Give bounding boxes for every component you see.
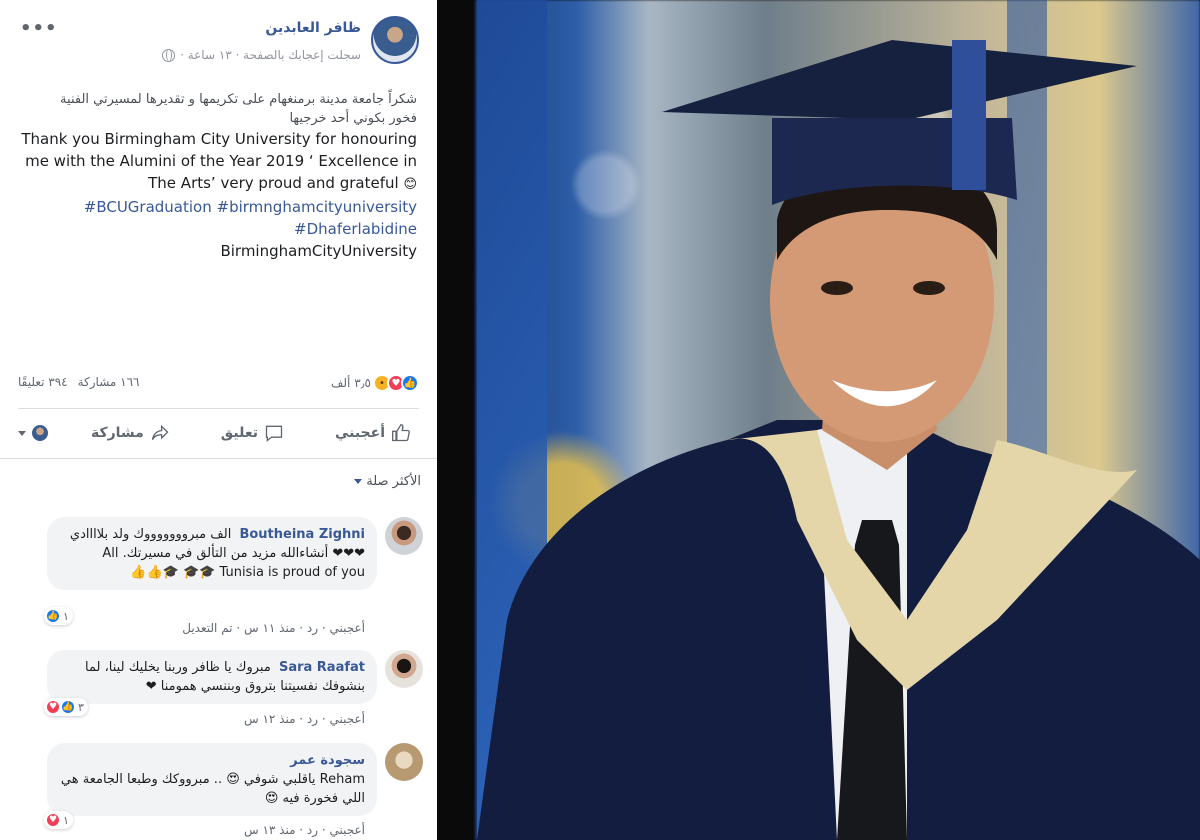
comment-reaction-count: ١ [63, 609, 69, 623]
post-meta-text[interactable]: سجلت إعجابك بالصفحة · ١٣ ساعة · [180, 48, 361, 62]
hashtag-link[interactable]: #birmnghamcityuniversity [217, 198, 417, 216]
globe-icon [162, 48, 176, 62]
post-text-english-body: Thank you Birmingham City University for… [21, 130, 417, 192]
love-icon: ♥ [45, 699, 61, 715]
comment-actions[interactable]: أعجبني · رد · منذ ١١ س · تم التعديل [182, 621, 365, 635]
reaction-icons: • ♥ 👍 [373, 374, 419, 392]
post-actions: أعجبني تعليق مشاركة [18, 415, 419, 451]
comment-reactions[interactable]: ♥ ١ [44, 811, 73, 829]
commenter-name[interactable]: Sara Raafat [279, 660, 365, 675]
smile-emoji-icon: 😊 [403, 177, 417, 192]
post-photo[interactable] [437, 0, 1200, 840]
post-panel: ظافر العابدين سجلت إعجابك بالصفحة · ١٣ س… [0, 0, 437, 840]
commenter-name[interactable]: سجودة عمر [290, 753, 365, 768]
share-button-label: مشاركة [90, 425, 144, 441]
comment-reactions[interactable]: ♥ 👍 ٣ [44, 698, 88, 716]
post-text-english: Thank you Birmingham City University for… [17, 128, 417, 262]
hashtag-link[interactable]: #BCUGraduation [84, 198, 212, 216]
share-button[interactable]: مشاركة [83, 423, 178, 443]
comment-actions[interactable]: أعجبني · رد · منذ ١٣ س [244, 823, 365, 837]
like-icon: 👍 [45, 608, 61, 624]
sort-label: الأكثر صلة [366, 474, 421, 489]
hashtag-link[interactable]: #Dhaferlabidine [294, 220, 417, 238]
like-button[interactable]: أعجبني [327, 423, 419, 443]
author-avatar[interactable] [371, 16, 419, 64]
like-icon: 👍 [401, 374, 419, 392]
thumbs-up-icon [392, 423, 410, 442]
post-body: شكراً جامعة مدينة برمنغهام على تكريمها و… [17, 90, 417, 262]
comment-bubble: Sara Raafat مبروك يا ظافر وربنا يخليك لي… [47, 650, 377, 704]
comments-count[interactable]: ٣٩٤ تعليقًا [18, 375, 68, 389]
comment-button-label: تعليق [220, 425, 258, 441]
post-as-selector[interactable] [18, 425, 48, 441]
comment-item: Sara Raafat مبروك يا ظافر وربنا يخليك لي… [14, 650, 423, 730]
comment-item: Boutheina Zighni الف مبروووووووك ولد بلا… [14, 517, 423, 637]
comment-actions[interactable]: أعجبني · رد · منذ ١٢ س [244, 712, 365, 726]
engagement-counts: ١٦٦ مشاركة ٣٩٤ تعليقًا [18, 375, 140, 389]
commenter-avatar[interactable] [385, 650, 423, 688]
more-options-icon[interactable]: ••• [20, 18, 58, 39]
love-icon: ♥ [45, 812, 61, 828]
comment-reaction-count: ٣ [78, 700, 84, 714]
comment-sort-dropdown[interactable]: الأكثر صلة [354, 474, 421, 489]
like-icon: 👍 [60, 699, 76, 715]
commenter-name[interactable]: Boutheina Zighni [239, 527, 365, 542]
hashtag-text: BirminghamCityUniversity [220, 242, 417, 260]
commenter-avatar[interactable] [385, 743, 423, 781]
chevron-down-icon [354, 479, 363, 484]
comment-bubble: Boutheina Zighni الف مبروووووووك ولد بلا… [47, 517, 377, 590]
divider [18, 408, 419, 409]
share-icon [151, 424, 169, 440]
chevron-down-icon [18, 430, 26, 436]
post-meta: سجلت إعجابك بالصفحة · ١٣ ساعة · [162, 48, 361, 62]
reaction-count: ٣٫٥ ألف [330, 376, 371, 390]
comment-item: سجودة عمر Reham ياقلبي شوفي 😍 .. مبرووكك… [14, 743, 423, 840]
post-stats: • ♥ 👍 ٣٫٥ ألف ١٦٦ مشاركة ٣٩٤ تعليقًا [18, 372, 419, 394]
commenter-avatar[interactable] [385, 517, 423, 555]
comment-reaction-count: ١ [63, 813, 69, 827]
comment-text: Reham ياقلبي شوفي 😍 .. مبرووكك وطبعا الج… [60, 772, 365, 806]
comment-bubble: سجودة عمر Reham ياقلبي شوفي 😍 .. مبرووكك… [47, 743, 377, 816]
author-name[interactable]: ظافر العابدين [265, 20, 361, 36]
comment-reactions[interactable]: 👍 ١ [44, 607, 73, 625]
divider [0, 458, 437, 459]
viewer-avatar [32, 425, 48, 441]
post-text-arabic-2: فخور بكوني أحد خرجيها [289, 111, 417, 126]
like-button-label: أعجبني [334, 425, 385, 441]
reactions-summary[interactable]: • ♥ 👍 ٣٫٥ ألف [331, 374, 419, 392]
comment-button[interactable]: تعليق [213, 423, 292, 443]
comments-list: Boutheina Zighni الف مبروووووووك ولد بلا… [0, 505, 437, 840]
shares-count[interactable]: ١٦٦ مشاركة [78, 375, 140, 389]
post-header: ظافر العابدين سجلت إعجابك بالصفحة · ١٣ س… [18, 14, 419, 70]
post-text-arabic-1: شكراً جامعة مدينة برمنغهام على تكريمها و… [60, 92, 417, 107]
graduate-portrait [477, 40, 1200, 840]
comment-icon [265, 425, 283, 442]
